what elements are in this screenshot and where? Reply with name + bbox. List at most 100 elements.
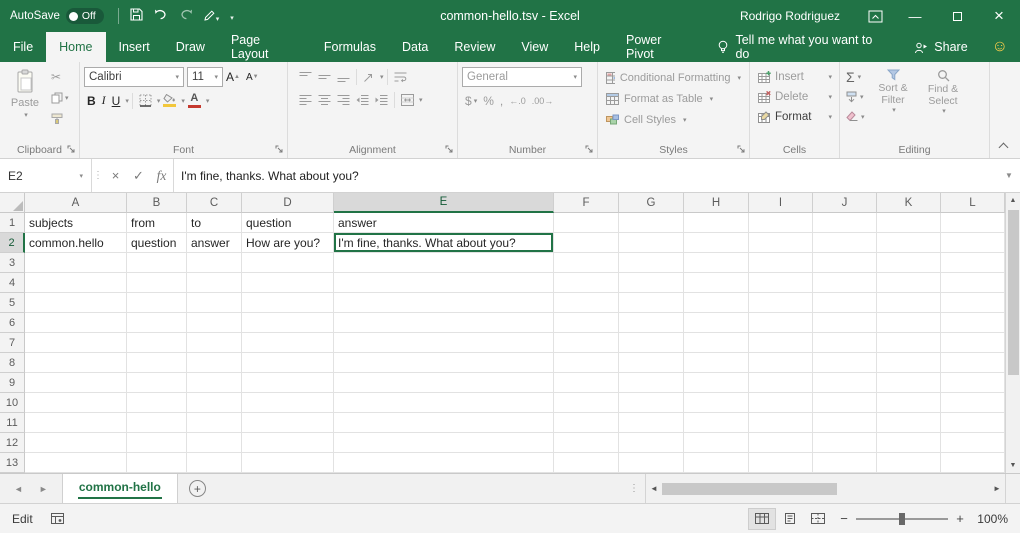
cell-G1[interactable] — [619, 213, 684, 233]
cell-B4[interactable] — [127, 273, 187, 293]
name-box[interactable]: E2▾ — [0, 159, 92, 192]
cell-D8[interactable] — [242, 353, 334, 373]
scroll-right-button[interactable]: ► — [989, 474, 1005, 503]
cell-G6[interactable] — [619, 313, 684, 333]
decrease-indent-button[interactable] — [353, 90, 372, 109]
cell-H9[interactable] — [684, 373, 749, 393]
cell-K13[interactable] — [877, 453, 941, 473]
cut-button[interactable]: ✂ — [48, 67, 72, 86]
cell-K2[interactable] — [877, 233, 941, 253]
cell-D7[interactable] — [242, 333, 334, 353]
cell-I13[interactable] — [749, 453, 813, 473]
cell-E6[interactable] — [334, 313, 554, 333]
increase-decimal-button[interactable]: ←.0 — [506, 91, 529, 110]
orientation-dropdown-arrow[interactable]: ▾ — [380, 73, 384, 81]
page-layout-view-button[interactable] — [776, 508, 804, 530]
cell-D13[interactable] — [242, 453, 334, 473]
feedback-smiley-icon[interactable]: ☺ — [980, 32, 1020, 62]
tab-view[interactable]: View — [508, 32, 561, 62]
cell-C6[interactable] — [187, 313, 242, 333]
cell-B11[interactable] — [127, 413, 187, 433]
delete-cells-button[interactable]: Delete▾ — [754, 87, 836, 107]
cell-B13[interactable] — [127, 453, 187, 473]
cell-A13[interactable] — [25, 453, 127, 473]
cell-E4[interactable] — [334, 273, 554, 293]
underline-dropdown-arrow[interactable]: ▾ — [125, 97, 129, 105]
cell-D1[interactable]: question — [242, 213, 334, 233]
cell-D5[interactable] — [242, 293, 334, 313]
cell-L7[interactable] — [941, 333, 1005, 353]
enter-button[interactable]: ✓ — [127, 159, 150, 192]
cell-F4[interactable] — [554, 273, 619, 293]
cell-L12[interactable] — [941, 433, 1005, 453]
cell-E13[interactable] — [334, 453, 554, 473]
cell-L3[interactable] — [941, 253, 1005, 273]
cell-J1[interactable] — [813, 213, 877, 233]
cancel-button[interactable]: × — [104, 159, 127, 192]
share-button[interactable]: Share — [902, 32, 979, 62]
row-header-11[interactable]: 11 — [0, 413, 25, 433]
collapse-ribbon-button[interactable] — [995, 140, 1011, 152]
cell-H10[interactable] — [684, 393, 749, 413]
column-header-J[interactable]: J — [813, 193, 877, 213]
row-header-9[interactable]: 9 — [0, 373, 25, 393]
middle-align-button[interactable] — [315, 67, 334, 86]
row-header-12[interactable]: 12 — [0, 433, 25, 453]
cell-H4[interactable] — [684, 273, 749, 293]
row-header-10[interactable]: 10 — [0, 393, 25, 413]
cell-E1[interactable]: answer — [334, 213, 554, 233]
cell-A3[interactable] — [25, 253, 127, 273]
cell-D3[interactable] — [242, 253, 334, 273]
align-left-button[interactable] — [296, 90, 315, 109]
cell-J9[interactable] — [813, 373, 877, 393]
decrease-decimal-button[interactable]: .00→ — [529, 91, 557, 110]
shrink-font-button[interactable]: A▼ — [243, 68, 262, 87]
ribbon-display-options-button[interactable] — [856, 0, 894, 32]
cell-A2[interactable]: common.hello — [25, 233, 127, 253]
cell-C10[interactable] — [187, 393, 242, 413]
cell-E5[interactable] — [334, 293, 554, 313]
scroll-left-button[interactable]: ◄ — [646, 474, 662, 503]
tab-draw[interactable]: Draw — [163, 32, 218, 62]
cell-E2[interactable]: I'm fine, thanks. What about you? — [334, 233, 554, 253]
cell-C3[interactable] — [187, 253, 242, 273]
close-button[interactable]: × — [978, 0, 1020, 32]
cell-K8[interactable] — [877, 353, 941, 373]
tab-help[interactable]: Help — [561, 32, 613, 62]
cell-I6[interactable] — [749, 313, 813, 333]
cell-L13[interactable] — [941, 453, 1005, 473]
formula-bar-expand-button[interactable]: ▼ — [998, 159, 1020, 192]
cell-L2[interactable] — [941, 233, 1005, 253]
cell-K11[interactable] — [877, 413, 941, 433]
cell-H5[interactable] — [684, 293, 749, 313]
cell-H2[interactable] — [684, 233, 749, 253]
cell-A1[interactable]: subjects — [25, 213, 127, 233]
cell-L10[interactable] — [941, 393, 1005, 413]
select-all-corner[interactable] — [0, 193, 25, 213]
column-header-D[interactable]: D — [242, 193, 334, 213]
top-align-button[interactable] — [296, 67, 315, 86]
cell-B6[interactable] — [127, 313, 187, 333]
clear-button[interactable]: ▾ — [844, 107, 867, 126]
zoom-level[interactable]: 100% — [972, 512, 1016, 526]
column-header-C[interactable]: C — [187, 193, 242, 213]
row-header-7[interactable]: 7 — [0, 333, 25, 353]
format-as-table-button[interactable]: Format as Table▾ — [602, 88, 745, 109]
cell-L5[interactable] — [941, 293, 1005, 313]
font-color-dropdown-arrow[interactable]: ▾ — [206, 97, 210, 105]
cell-D4[interactable] — [242, 273, 334, 293]
comma-style-button[interactable]: , — [497, 91, 506, 110]
paste-button[interactable]: Paste ▾ — [4, 67, 46, 128]
cell-F13[interactable] — [554, 453, 619, 473]
cell-G12[interactable] — [619, 433, 684, 453]
row-header-13[interactable]: 13 — [0, 453, 25, 473]
name-box-dropdown-arrow[interactable]: ▾ — [79, 172, 83, 180]
column-header-E[interactable]: E — [334, 193, 554, 213]
customize-qat-button[interactable]: ▾ — [230, 9, 234, 23]
horizontal-scrollbar[interactable]: ◄ ► — [645, 474, 1005, 503]
cell-A7[interactable] — [25, 333, 127, 353]
horizontal-scroll-track[interactable] — [662, 474, 989, 503]
cell-A6[interactable] — [25, 313, 127, 333]
font-size-select[interactable]: 11▾ — [187, 67, 223, 87]
tab-review[interactable]: Review — [441, 32, 508, 62]
